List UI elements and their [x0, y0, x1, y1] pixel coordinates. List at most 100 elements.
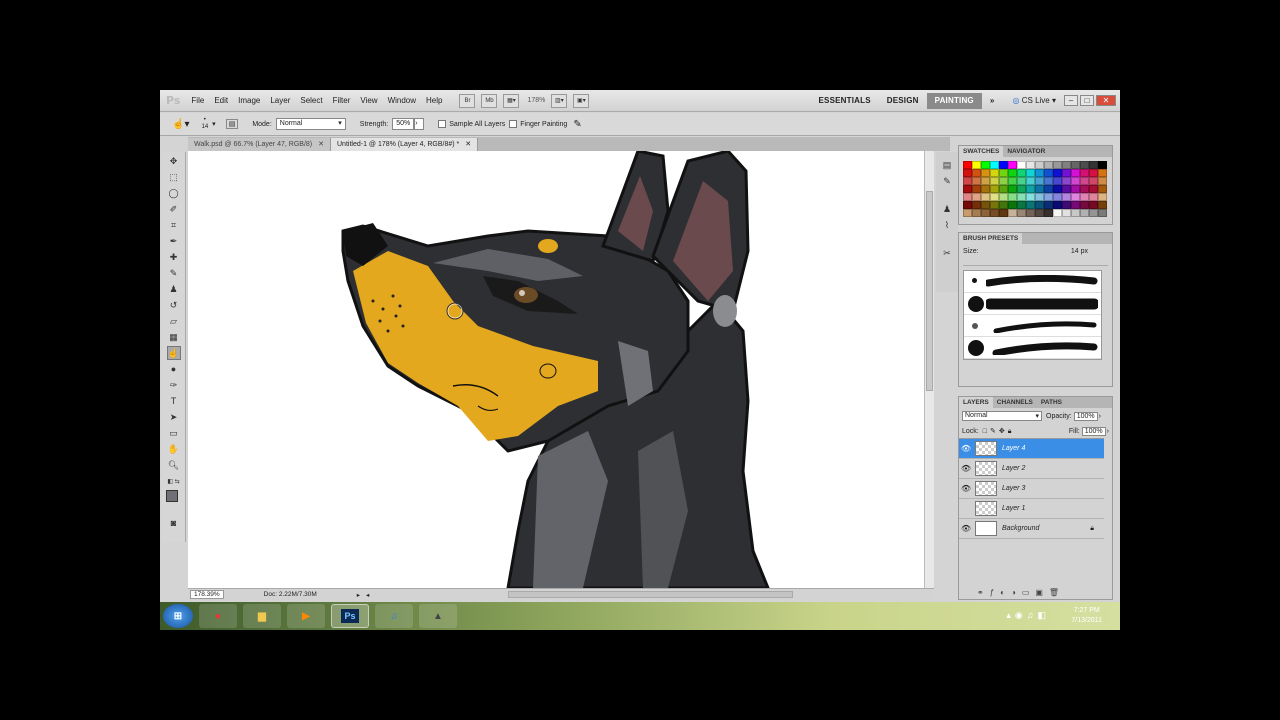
visibility-eye-icon[interactable]: 👁︎: [959, 524, 973, 533]
swatch[interactable]: [1044, 161, 1053, 169]
swatch[interactable]: [1044, 177, 1053, 185]
workspace-essentials[interactable]: ESSENTIALS: [811, 96, 879, 105]
tab-walk[interactable]: Walk.psd @ 66.7% (Layer 47, RGB/8) ✕: [188, 138, 331, 151]
finger-painting-checkbox[interactable]: Finger Painting: [509, 120, 567, 128]
workspace-design[interactable]: DESIGN: [879, 96, 927, 105]
tab-channels[interactable]: CHANNELS: [993, 397, 1037, 408]
swatch[interactable]: [990, 169, 999, 177]
history-brush-tool-icon[interactable]: ↺: [167, 298, 181, 312]
swatch[interactable]: [1035, 209, 1044, 217]
visibility-eye-icon[interactable]: 👁︎: [959, 484, 973, 493]
swatch[interactable]: [1008, 201, 1017, 209]
tab-close-icon[interactable]: ✕: [465, 141, 471, 148]
menu-select[interactable]: Select: [295, 96, 327, 105]
strength-input[interactable]: 50%: [392, 118, 415, 130]
menu-layer[interactable]: Layer: [265, 96, 295, 105]
type-tool-icon[interactable]: T: [167, 394, 181, 408]
swatch[interactable]: [1089, 177, 1098, 185]
smudge-tool-icon[interactable]: ☝: [166, 346, 181, 360]
swatch[interactable]: [1062, 169, 1071, 177]
swatch[interactable]: [1044, 193, 1053, 201]
brush-picker[interactable]: • 14: [201, 117, 208, 131]
photoshop-icon[interactable]: Ps: [331, 604, 369, 628]
tab-close-icon[interactable]: ✕: [318, 141, 324, 148]
tool-presets-icon[interactable]: ✂: [940, 246, 954, 260]
swatch[interactable]: [1098, 193, 1107, 201]
canvas[interactable]: [188, 151, 934, 588]
layer-row-layer-2[interactable]: 👁︎ Layer 2: [959, 459, 1104, 479]
swatch[interactable]: [1071, 193, 1080, 201]
swatch[interactable]: [1053, 201, 1062, 209]
hand-tool-icon[interactable]: ✋: [167, 442, 181, 456]
foreground-color[interactable]: [165, 490, 178, 502]
swatch[interactable]: [1080, 161, 1089, 169]
tab-navigator[interactable]: NAVIGATOR: [1003, 146, 1049, 157]
swatch[interactable]: [1008, 185, 1017, 193]
swatch[interactable]: [1071, 161, 1080, 169]
swatch[interactable]: [963, 161, 972, 169]
close-button[interactable]: ✕: [1096, 95, 1116, 106]
swatch[interactable]: [1089, 169, 1098, 177]
fill-slider-button[interactable]: ›: [1107, 428, 1109, 435]
swatch[interactable]: [1035, 169, 1044, 177]
workspace-painting[interactable]: PAINTING: [926, 92, 982, 109]
pen-tool-icon[interactable]: ✑: [167, 378, 181, 392]
menu-view[interactable]: View: [355, 96, 382, 105]
tab-layers[interactable]: LAYERS: [959, 397, 993, 408]
swatch[interactable]: [1098, 169, 1107, 177]
screen-mode-button[interactable]: ▣▾: [573, 93, 590, 108]
layer-actions[interactable]: ⚭ƒ◐◑▭▣🗑︎: [977, 588, 1065, 597]
strength-slider-button[interactable]: ›: [414, 118, 425, 130]
swatch[interactable]: [990, 177, 999, 185]
swatch[interactable]: [1071, 169, 1080, 177]
swatch[interactable]: [1098, 201, 1107, 209]
brush-size-input[interactable]: 14 px: [1071, 248, 1088, 255]
swatch[interactable]: [1089, 201, 1098, 209]
shape-tool-icon[interactable]: ▭: [167, 426, 181, 440]
blend-mode-select[interactable]: Normal ▾: [962, 411, 1042, 421]
vertical-scroll-thumb[interactable]: [926, 191, 933, 391]
menu-edit[interactable]: Edit: [209, 96, 233, 105]
swatch[interactable]: [999, 177, 1008, 185]
swatch[interactable]: [981, 193, 990, 201]
swatch[interactable]: [972, 185, 981, 193]
swatch[interactable]: [1017, 209, 1026, 217]
dodge-tool-icon[interactable]: ●: [167, 362, 181, 376]
swatch[interactable]: [1080, 177, 1089, 185]
swatch[interactable]: [972, 193, 981, 201]
swatch[interactable]: [1080, 193, 1089, 201]
swatch[interactable]: [1008, 177, 1017, 185]
minimize-button[interactable]: –: [1064, 95, 1078, 106]
swatch[interactable]: [1017, 185, 1026, 193]
lock-icons[interactable]: □✎✥🔒︎: [983, 427, 1015, 436]
swatch[interactable]: [1053, 209, 1062, 217]
swatch[interactable]: [1062, 193, 1071, 201]
zoom-level[interactable]: 178%: [527, 97, 545, 104]
swatch[interactable]: [963, 201, 972, 209]
swatch[interactable]: [1026, 177, 1035, 185]
swatch[interactable]: [1098, 161, 1107, 169]
taskbar-clock[interactable]: 7:27 PM 7/13/2011: [1071, 606, 1102, 626]
swatch[interactable]: [1026, 209, 1035, 217]
brush-preset-item[interactable]: [964, 293, 1101, 315]
swatch[interactable]: [1026, 201, 1035, 209]
fill-input[interactable]: 100%: [1081, 426, 1106, 436]
tab-untitled[interactable]: Untitled-1 @ 178% (Layer 4, RGB/8#) * ✕: [331, 138, 479, 151]
swatch[interactable]: [972, 209, 981, 217]
tab-brush-presets[interactable]: BRUSH PRESETS: [959, 233, 1023, 244]
swatch[interactable]: [981, 185, 990, 193]
swatch[interactable]: [1008, 169, 1017, 177]
healing-brush-tool-icon[interactable]: ✚: [167, 250, 181, 264]
path-selection-tool-icon[interactable]: ➤: [167, 410, 181, 424]
smudge-tool-preset-icon[interactable]: ☝▾: [172, 119, 189, 130]
swatch[interactable]: [1080, 209, 1089, 217]
swatch[interactable]: [1008, 161, 1017, 169]
swatch[interactable]: [1035, 177, 1044, 185]
status-arrow-icon[interactable]: ▸: [357, 591, 360, 599]
media-player-icon[interactable]: ▶: [287, 604, 325, 628]
start-orb-icon[interactable]: ⊞: [163, 604, 193, 628]
swatch[interactable]: [1062, 209, 1071, 217]
menu-window[interactable]: Window: [383, 96, 421, 105]
swatch[interactable]: [1089, 161, 1098, 169]
clone-stamp-tool-icon[interactable]: ♟: [167, 282, 181, 296]
